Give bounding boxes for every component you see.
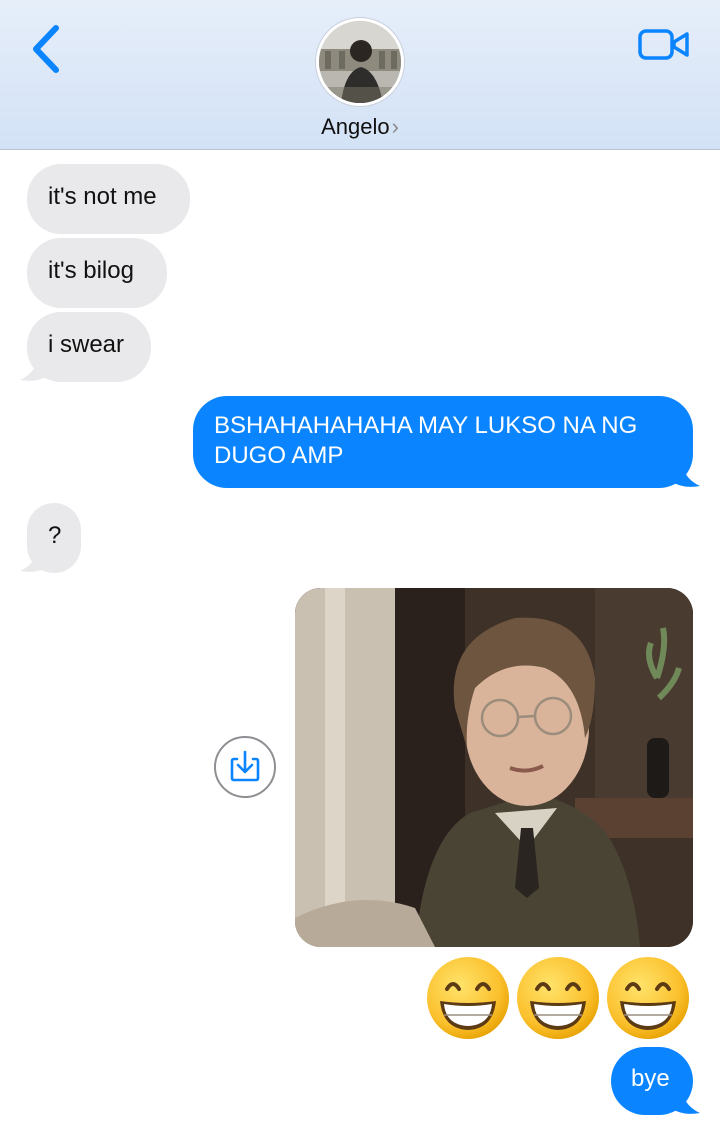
outgoing-bubble-tail [672, 1083, 700, 1114]
chevron-left-icon [33, 25, 59, 73]
download-icon [230, 750, 260, 782]
conversation-header: Angelo› [0, 0, 720, 150]
message-text-line: BSHAHAHAHAHA MAY LUKSO NA NG [214, 412, 638, 439]
contact-name: Angelo [321, 114, 390, 139]
incoming-bubble-tail [20, 541, 48, 572]
back-button[interactable] [24, 22, 70, 80]
message-text: bye [631, 1065, 670, 1092]
outgoing-bubble-tail [672, 456, 700, 487]
save-attachment-button[interactable] [214, 736, 276, 798]
video-camera-icon [638, 29, 689, 60]
grinning-face-emoji [517, 957, 599, 1039]
grinning-face-emoji [427, 957, 509, 1039]
incoming-bubble-tail [20, 350, 48, 381]
contact-name-button[interactable]: Angelo› [0, 114, 720, 140]
message-text: it's bilog [48, 257, 134, 284]
contact-avatar[interactable] [316, 18, 404, 106]
message-text: i swear [48, 331, 125, 358]
incoming-message[interactable]: it's bilog [27, 238, 167, 308]
video-call-button[interactable] [636, 26, 692, 66]
incoming-message[interactable]: it's not me [27, 164, 190, 234]
message-text: it's not me [48, 183, 157, 210]
message-text-line: DUGO AMP [214, 442, 344, 469]
outgoing-message[interactable]: BSHAHAHAHAHA MAY LUKSO NA NG DUGO AMP [193, 396, 693, 488]
grinning-face-emoji [607, 957, 689, 1039]
message-text: ? [48, 522, 62, 549]
chevron-right-icon: › [391, 114, 399, 139]
photo-attachment[interactable] [295, 588, 693, 947]
